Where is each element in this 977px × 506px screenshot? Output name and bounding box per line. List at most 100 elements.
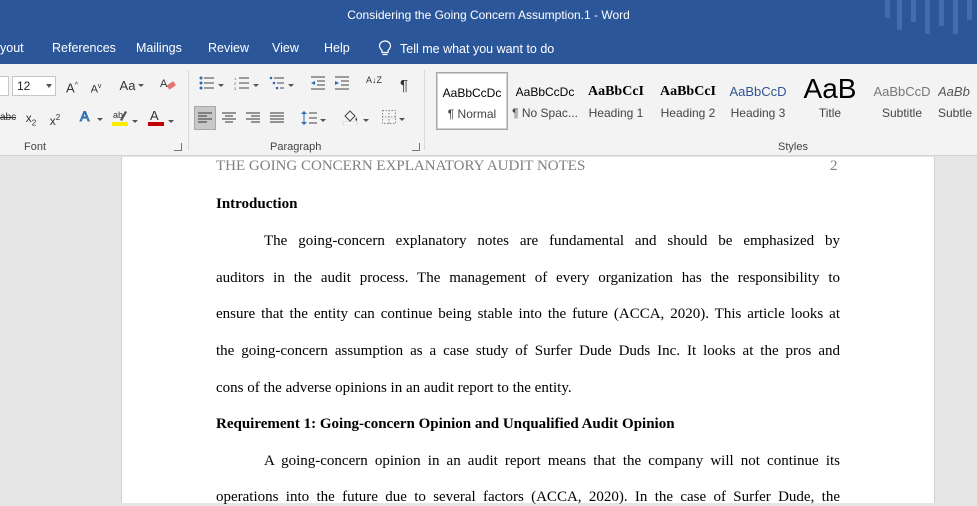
tab-references[interactable]: References [52,41,116,55]
tell-me-search[interactable]: Tell me what you want to do [378,40,554,56]
style-name: Heading 2 [660,106,716,120]
multilevel-list-icon [269,76,284,90]
style-title[interactable]: AaB Title [794,72,866,130]
style-no-spacing[interactable]: AaBbCcDc ¶ No Spac... [509,72,581,130]
shrink-font-icon: A [90,83,98,96]
superscript-button[interactable]: x2 [46,108,64,130]
change-case-button[interactable]: Aa [115,76,149,98]
paragraph-line: ensure that the entity can continue bein… [216,306,840,322]
running-head: THE GOING CONCERN EXPLANATORY AUDIT NOTE… [216,158,586,174]
heading-requirement-1: Requirement 1: Going-concern Opinion and… [216,416,675,432]
title-bar-decoration [877,0,977,34]
highlighter-icon: ab [111,110,128,126]
numbered-list-icon: 1 2 3 [234,76,249,91]
paragraph-group-label: Paragraph [270,141,322,153]
font-size-input[interactable]: 12 [12,76,56,96]
decrease-indent-button[interactable] [309,76,327,98]
strikethrough-icon: abc [0,112,17,123]
style-preview: AaBbCcD [729,84,787,99]
svg-text:A: A [150,108,159,123]
style-name: Heading 1 [588,106,644,120]
line-spacing-icon [300,111,317,125]
borders-icon [381,110,396,124]
sort-icon: A↓Z [365,75,382,85]
style-heading-3[interactable]: AaBbCcD Heading 3 [722,72,794,130]
style-name: ¶ Normal [447,107,497,121]
show-formatting-button[interactable]: ¶ [395,76,413,98]
align-center-button[interactable] [220,107,238,129]
numbering-button[interactable]: 1 2 3 [231,76,261,98]
heading-introduction: Introduction [216,196,298,212]
change-case-icon: Aa [119,78,136,93]
font-size-value: 12 [17,79,31,93]
paragraph-dialog-launcher-icon[interactable] [412,143,420,151]
bullets-button[interactable] [196,76,226,98]
tab-review[interactable]: Review [208,41,249,55]
svg-text:3: 3 [234,86,237,90]
subscript-button[interactable]: x2 [22,108,40,130]
style-name: Subtitle [881,106,923,120]
text-effects-button[interactable]: A [76,108,104,130]
style-preview: AaBbCcD [873,84,931,99]
font-group-label: Font [24,141,47,153]
highlight-color-button[interactable]: ab [108,108,140,130]
group-divider [188,70,189,150]
shrink-font-button[interactable]: Av [88,77,104,99]
style-heading-2[interactable]: AaBbCcI Heading 2 [652,72,724,130]
paint-bucket-icon [342,110,357,126]
tell-me-text: Tell me what you want to do [400,42,555,56]
increase-indent-icon [335,76,349,90]
borders-button[interactable] [378,107,408,129]
grow-font-button[interactable]: A^ [64,76,80,98]
style-preview: AaBbCcDc [442,86,502,100]
align-right-button[interactable] [244,107,262,129]
style-preview: AaBb [938,84,970,99]
paragraph-line: The going-concern explanatory notes are … [264,233,840,249]
tab-layout[interactable]: yout [0,41,24,55]
paragraph-line: A going-concern opinion in an audit repo… [264,453,840,469]
style-name: Title [818,106,842,120]
lightbulb-icon [378,40,392,56]
style-subtitle[interactable]: AaBbCcD Subtitle [866,72,938,130]
styles-group-label: Styles [778,141,808,153]
shading-button[interactable] [340,107,370,129]
text-effects-icon: A [79,108,90,125]
style-normal[interactable]: AaBbCcDc ¶ Normal [436,72,508,130]
style-name: Heading 3 [730,106,786,120]
eraser-icon: A [160,78,176,90]
sort-button[interactable]: A↓Z [364,76,384,98]
tab-help[interactable]: Help [324,41,350,55]
align-left-icon [198,112,212,123]
window-title: Considering the Going Concern Assumption… [347,8,630,22]
style-preview: AaBbCcI [659,84,716,99]
styles-gallery: AaBbCcDc ¶ Normal AaBbCcDc ¶ No Spac... … [432,70,977,132]
grow-font-icon: A [66,80,75,96]
multilevel-list-button[interactable] [266,76,296,98]
clear-formatting-button[interactable]: A [158,76,178,98]
style-preview: AaBbCcDc [515,85,575,99]
tab-view[interactable]: View [272,41,299,55]
justify-button[interactable] [268,107,286,129]
chevron-down-icon [46,84,52,88]
font-name-box[interactable] [0,76,9,96]
style-heading-1[interactable]: AaBbCcI Heading 1 [580,72,652,130]
font-color-icon: A [147,108,164,126]
ribbon: 12 A^ Av Aa A abc x2 x2 A ab A Font 1 2 … [0,64,977,156]
increase-indent-button[interactable] [333,76,351,98]
font-color-button[interactable]: A [144,108,176,130]
style-subtle-emphasis[interactable]: AaBb Subtle [938,72,977,130]
align-right-icon [246,112,260,123]
line-spacing-button[interactable] [298,107,328,129]
title-bar: Considering the Going Concern Assumption… [0,0,977,34]
tab-mailings[interactable]: Mailings [136,41,182,55]
pilcrow-icon: ¶ [399,77,409,94]
page-number: 2 [830,158,838,174]
justify-icon [270,112,284,123]
paragraph-line: the going-concern assumption as a case s… [216,343,840,359]
decrease-indent-icon [311,76,325,90]
strikethrough-button[interactable]: abc [0,108,16,130]
svg-text:A: A [80,108,90,124]
align-left-button[interactable] [194,106,216,130]
paragraph-line: cons of the adverse opinions in an audit… [216,380,572,396]
font-dialog-launcher-icon[interactable] [174,143,182,151]
